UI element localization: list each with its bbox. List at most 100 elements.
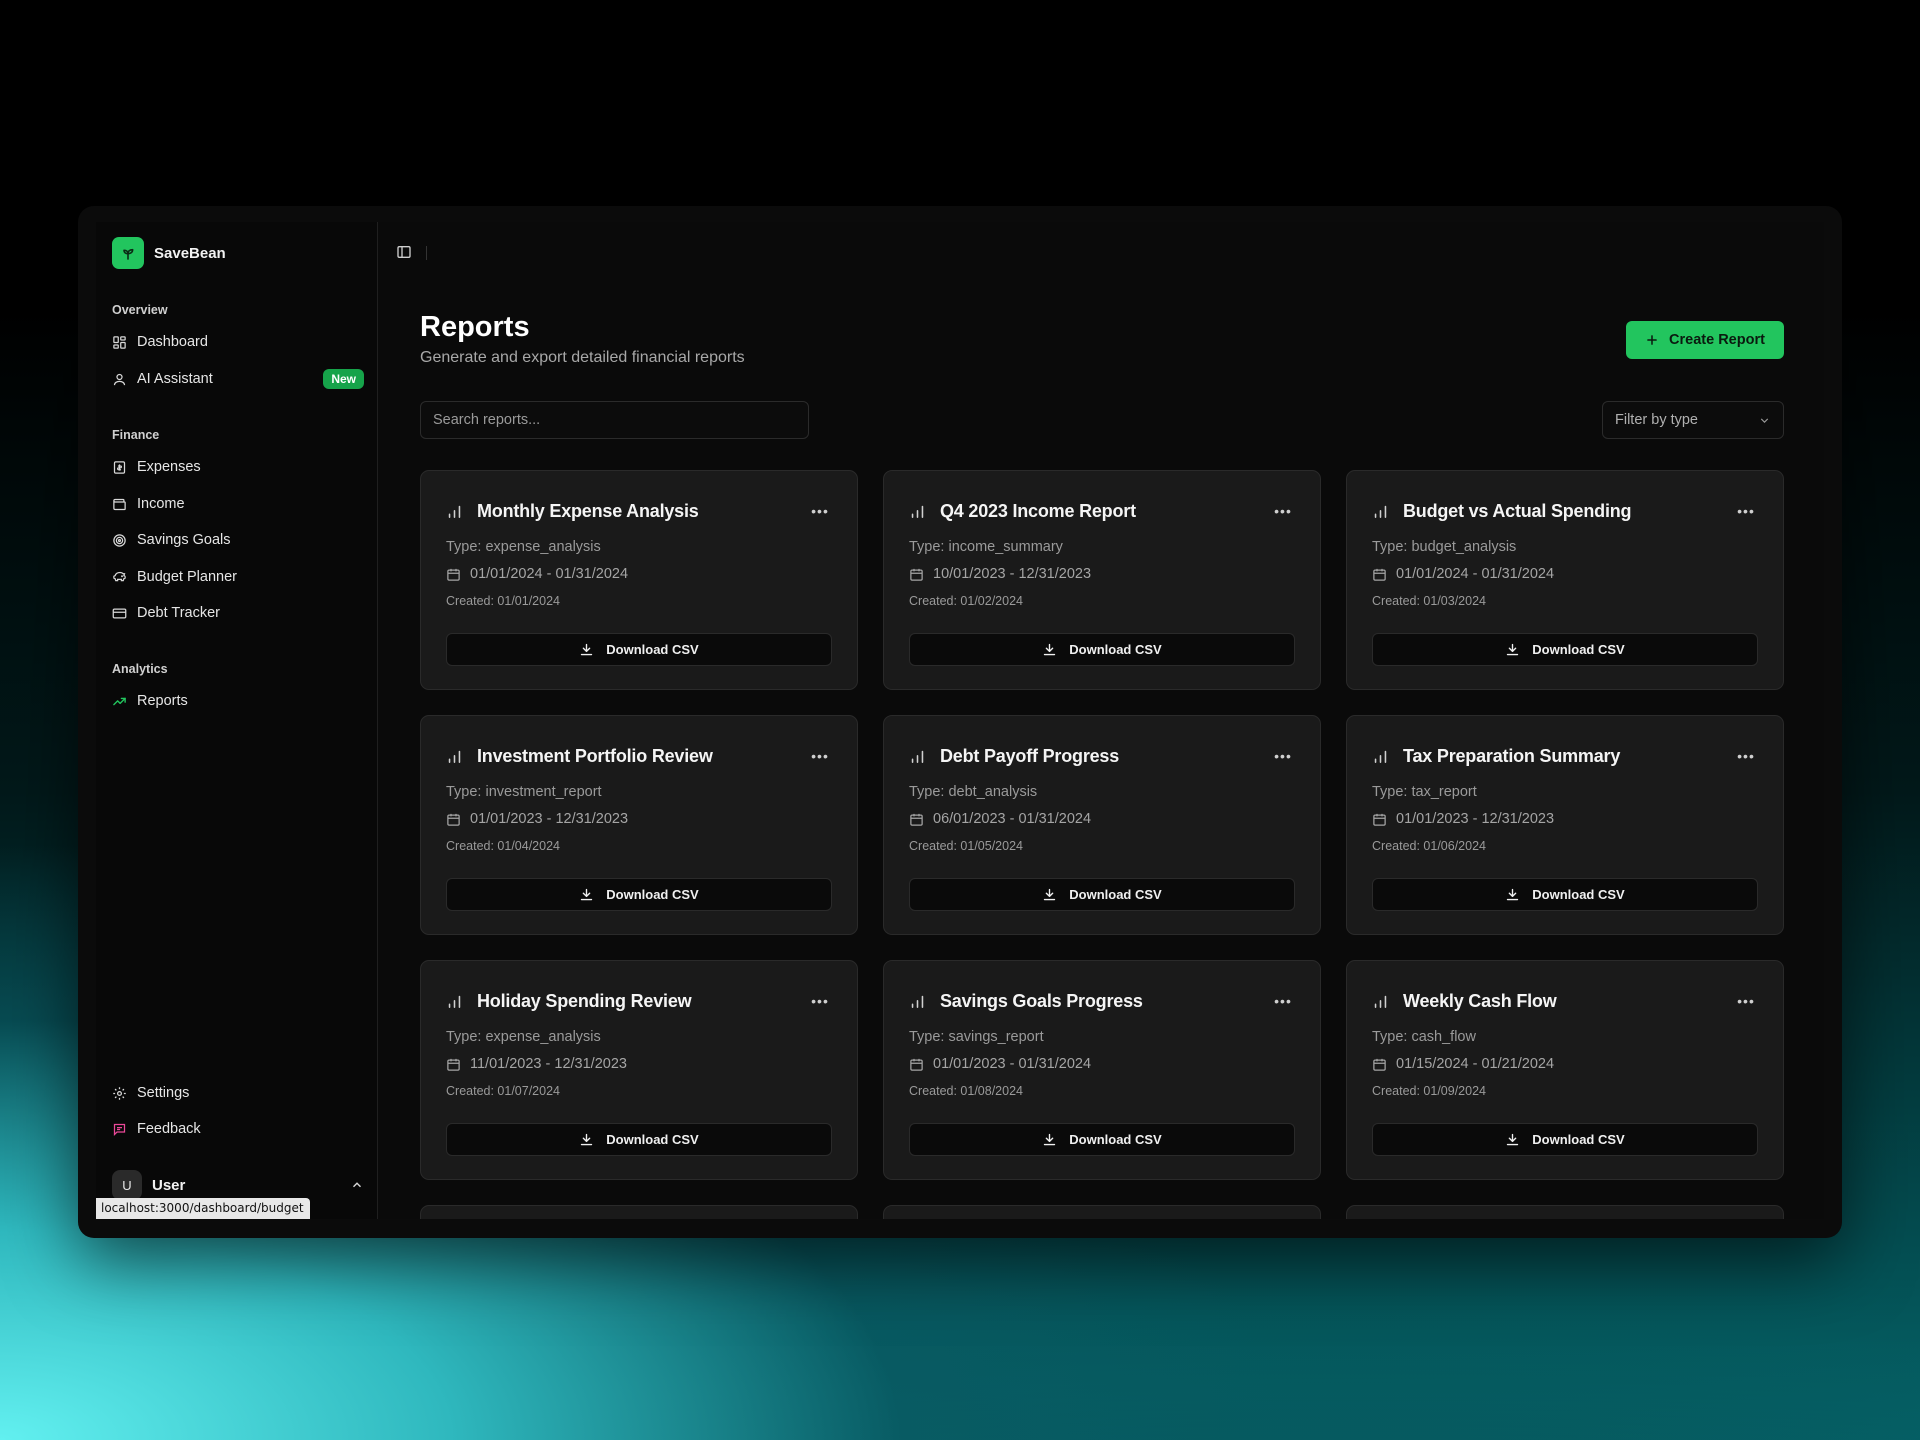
- report-created-date: Created: 01/01/2024: [446, 594, 560, 608]
- sidebar-item-label: Debt Tracker: [137, 605, 220, 621]
- report-title: Tax Preparation Summary: [1403, 745, 1621, 766]
- bar-chart-icon: [448, 995, 461, 1008]
- more-options-button[interactable]: •••: [1734, 748, 1758, 764]
- more-options-button[interactable]: •••: [808, 993, 832, 1009]
- bar-chart-icon: [1374, 995, 1387, 1008]
- report-created-date: Created: 01/06/2024: [1372, 839, 1486, 853]
- sidebar-item-label: Budget Planner: [137, 569, 237, 585]
- sidebar-item-debt-tracker[interactable]: Debt Tracker: [112, 598, 364, 628]
- report-card: Weekly Cash Flow ••• Type: cash_flow 01/…: [1346, 960, 1784, 1180]
- report-date-range: 01/01/2024 - 01/31/2024: [1372, 566, 1554, 582]
- download-csv-button[interactable]: Download CSV: [1372, 1123, 1758, 1156]
- calendar-icon: [447, 1058, 460, 1071]
- group-label-finance: Finance: [112, 428, 160, 442]
- plus-icon: [1647, 335, 1657, 345]
- report-card: [420, 1205, 858, 1219]
- download-csv-button[interactable]: Download CSV: [446, 1123, 832, 1156]
- report-created-date: Created: 01/08/2024: [909, 1084, 1023, 1098]
- bar-chart-icon: [1374, 505, 1387, 518]
- more-options-button[interactable]: •••: [1271, 748, 1295, 764]
- report-card: Monthly Expense Analysis ••• Type: expen…: [420, 470, 858, 690]
- report-card: Investment Portfolio Review ••• Type: in…: [420, 715, 858, 935]
- report-type: Type: debt_analysis: [909, 784, 1038, 800]
- divider: [426, 246, 427, 260]
- report-type: Type: expense_analysis: [446, 1029, 601, 1045]
- new-badge: New: [323, 369, 364, 389]
- bar-chart-icon: [1374, 750, 1387, 763]
- report-type: Type: investment_report: [446, 784, 602, 800]
- download-csv-label: Download CSV: [606, 1132, 699, 1147]
- dashboard-icon: [113, 335, 126, 349]
- more-options-button[interactable]: •••: [1734, 993, 1758, 1009]
- download-csv-button[interactable]: Download CSV: [1372, 878, 1758, 911]
- sidebar-toggle-button[interactable]: [396, 244, 412, 265]
- report-type: Type: tax_report: [1372, 784, 1477, 800]
- sidebar-item-savings-goals[interactable]: Savings Goals: [112, 525, 364, 555]
- date-range-text: 01/01/2023 - 12/31/2023: [1396, 811, 1555, 827]
- report-title: Q4 2023 Income Report: [940, 500, 1136, 521]
- report-title: Debt Payoff Progress: [940, 745, 1120, 766]
- report-date-range: 01/01/2023 - 12/31/2023: [1372, 811, 1554, 827]
- download-csv-button[interactable]: Download CSV: [446, 633, 832, 666]
- download-csv-label: Download CSV: [1069, 642, 1162, 657]
- bar-chart-icon: [911, 995, 924, 1008]
- download-icon: [1507, 643, 1519, 656]
- message-icon: [113, 1123, 126, 1136]
- sidebar-item-label: Income: [137, 496, 185, 512]
- download-icon: [1044, 1133, 1056, 1146]
- report-title: Weekly Cash Flow: [1403, 990, 1557, 1011]
- download-csv-label: Download CSV: [1532, 887, 1625, 902]
- status-bar-url: localhost:3000/dashboard/budget: [96, 1198, 310, 1219]
- download-csv-button[interactable]: Download CSV: [909, 878, 1295, 911]
- report-type: Type: budget_analysis: [1372, 539, 1517, 555]
- page-subtitle: Generate and export detailed financial r…: [420, 349, 745, 366]
- create-report-button[interactable]: Create Report: [1626, 321, 1784, 359]
- more-options-button[interactable]: •••: [1271, 993, 1295, 1009]
- more-options-button[interactable]: •••: [808, 748, 832, 764]
- sidebar-item-ai-assistant[interactable]: AI Assistant New: [112, 364, 364, 394]
- report-date-range: 11/01/2023 - 12/31/2023: [446, 1056, 627, 1072]
- date-range-text: 01/01/2024 - 01/31/2024: [1396, 566, 1555, 582]
- search-input[interactable]: [420, 401, 809, 439]
- more-options-button[interactable]: •••: [808, 503, 832, 519]
- sidebar-item-budget-planner[interactable]: Budget Planner: [112, 562, 364, 592]
- report-card: [883, 1205, 1321, 1219]
- filter-label: Filter by type: [1615, 412, 1698, 428]
- report-type: Type: cash_flow: [1372, 1029, 1476, 1045]
- target-icon: [113, 533, 126, 547]
- calendar-icon: [910, 568, 923, 581]
- app-window: SaveBean Overview Dashboard AI Assistant…: [96, 222, 1824, 1219]
- user-menu[interactable]: U User: [112, 1168, 364, 1202]
- more-options-button[interactable]: •••: [1271, 503, 1295, 519]
- report-date-range: 06/01/2023 - 01/31/2024: [909, 811, 1091, 827]
- sidebar-item-income[interactable]: Income: [112, 489, 364, 519]
- download-icon: [1044, 888, 1056, 901]
- sidebar-item-settings[interactable]: Settings: [112, 1078, 364, 1108]
- report-created-date: Created: 01/02/2024: [909, 594, 1023, 608]
- download-csv-button[interactable]: Download CSV: [1372, 633, 1758, 666]
- report-date-range: 01/01/2023 - 12/31/2023: [446, 811, 628, 827]
- brand[interactable]: SaveBean: [112, 237, 226, 269]
- date-range-text: 01/01/2023 - 01/31/2024: [933, 1056, 1092, 1072]
- download-icon: [581, 1133, 593, 1146]
- sidebar-item-expenses[interactable]: Expenses: [112, 452, 364, 482]
- group-label-analytics: Analytics: [112, 662, 168, 676]
- filter-by-type-select[interactable]: Filter by type: [1602, 401, 1784, 439]
- calendar-icon: [910, 1058, 923, 1071]
- sidebar-item-feedback[interactable]: Feedback: [112, 1114, 364, 1144]
- trending-up-icon: [113, 697, 126, 705]
- download-csv-button[interactable]: Download CSV: [446, 878, 832, 911]
- download-csv-button[interactable]: Download CSV: [909, 633, 1295, 666]
- sidebar: SaveBean Overview Dashboard AI Assistant…: [96, 222, 378, 1219]
- sidebar-item-reports[interactable]: Reports: [112, 686, 364, 716]
- group-label-overview: Overview: [112, 303, 168, 317]
- gear-icon: [113, 1086, 126, 1100]
- report-date-range: 01/01/2023 - 01/31/2024: [909, 1056, 1091, 1072]
- download-csv-label: Download CSV: [1532, 642, 1625, 657]
- sidebar-item-dashboard[interactable]: Dashboard: [112, 327, 364, 357]
- report-created-date: Created: 01/03/2024: [1372, 594, 1486, 608]
- report-type: Type: expense_analysis: [446, 539, 601, 555]
- more-options-button[interactable]: •••: [1734, 503, 1758, 519]
- download-csv-button[interactable]: Download CSV: [909, 1123, 1295, 1156]
- reports-grid: Monthly Expense Analysis ••• Type: expen…: [420, 470, 1784, 1219]
